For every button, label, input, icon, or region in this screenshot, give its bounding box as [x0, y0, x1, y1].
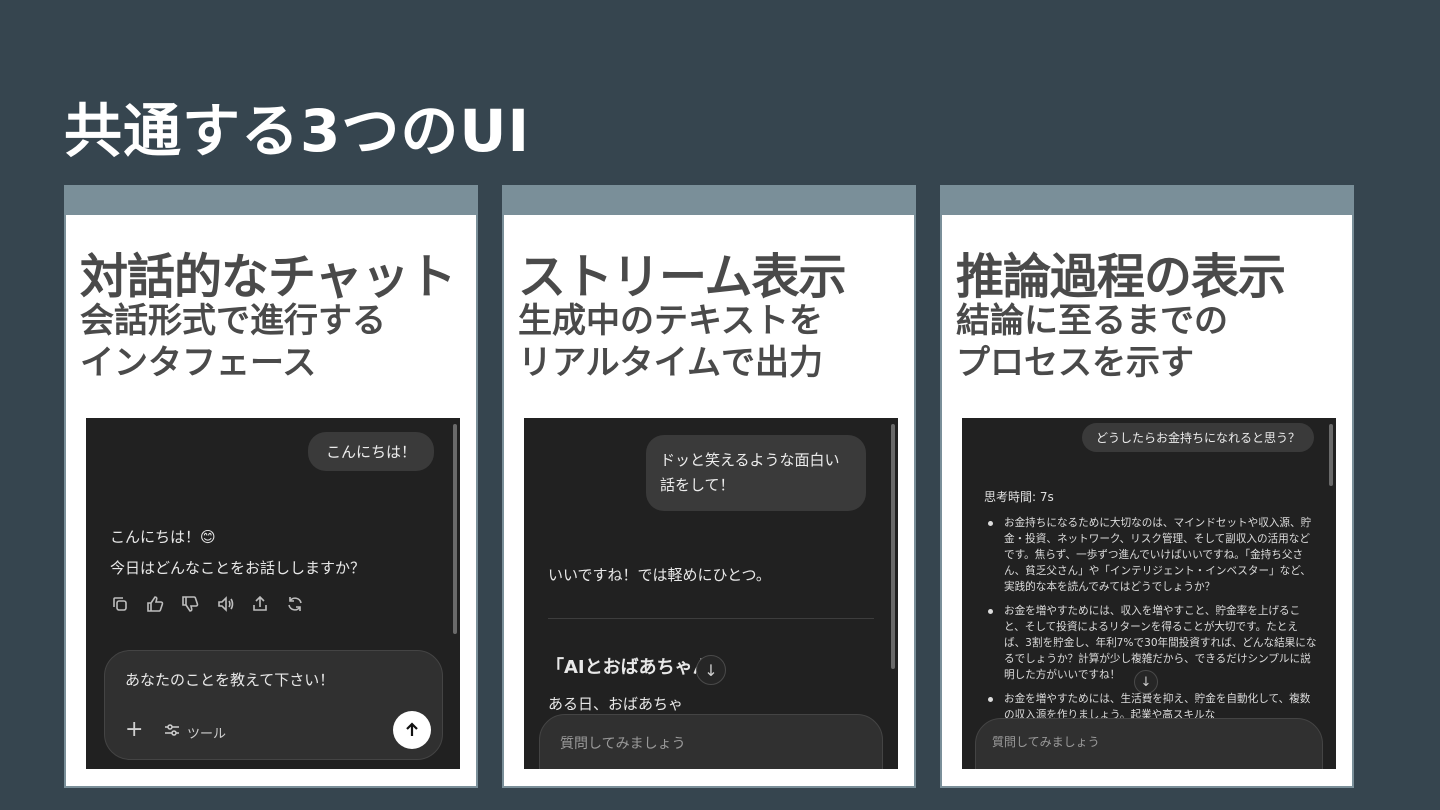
- reasoning-screenshot: どうしたらお金持ちになれると思う？ 思考時間: 7s お金持ちになるために大切な…: [962, 418, 1336, 769]
- tools-label: ツール: [187, 726, 227, 742]
- card-subtitle-line: インタフェース: [80, 343, 317, 383]
- card-subtitle-line: プロセスを示す: [956, 343, 1194, 383]
- thinking-time: 思考時間: 7s: [984, 490, 1054, 504]
- scrollbar[interactable]: [891, 424, 895, 669]
- chat-input-box[interactable]: あなたのことを教えて下さい！ + ツール: [104, 650, 443, 760]
- share-icon[interactable]: [250, 594, 270, 614]
- tools-button[interactable]: ツール: [163, 721, 226, 743]
- arrow-down-icon: ↓: [1140, 674, 1152, 690]
- user-message-bubble: どうしたらお金持ちになれると思う？: [1081, 423, 1314, 452]
- card-header-bar: [66, 187, 476, 215]
- card-subtitle: 結論に至るまでの プロセスを示す: [956, 300, 1346, 384]
- card-subtitle-line: 会話形式で進行する: [80, 301, 386, 341]
- chat-screenshot: こんにちは！ こんにちは！😊 今日はどんなことをお話ししますか？ あなたのことを…: [86, 418, 460, 769]
- chat-input-text[interactable]: あなたのことを教えて下さい！: [125, 669, 334, 690]
- slide-title: 共通する3つのUI: [64, 97, 531, 165]
- assistant-reply: こんにちは！😊 今日はどんなことをお話ししますか？: [110, 522, 365, 584]
- speaker-icon[interactable]: [215, 594, 235, 614]
- card-subtitle-line: 結論に至るまでの: [956, 301, 1228, 341]
- scroll-down-button[interactable]: ↓: [696, 655, 726, 685]
- card-interactive-chat: 対話的なチャット 会話形式で進行する インタフェース こんにちは！ こんにちは！…: [64, 185, 478, 788]
- card-subtitle: 生成中のテキストを リアルタイムで出力: [518, 300, 908, 384]
- assistant-reply-intro: いいですね！では軽めにひとつ。: [548, 566, 771, 584]
- scrollbar[interactable]: [1329, 424, 1333, 486]
- card-stream-display: ストリーム表示 生成中のテキストを リアルタイムで出力 ドッと笑えるような面白い…: [502, 185, 916, 788]
- arrow-up-icon: [406, 722, 418, 736]
- card-heading: 推論過程の表示: [956, 249, 1286, 305]
- reasoning-item: お金持ちになるために大切なのは、マインドセットや収入源、貯金・投資、ネットワーク…: [984, 515, 1318, 595]
- chat-input-box[interactable]: 質問してみましょう: [539, 714, 883, 769]
- thumbs-down-icon[interactable]: [180, 594, 200, 614]
- chat-input-placeholder[interactable]: 質問してみましょう: [992, 733, 1100, 750]
- chat-input-box[interactable]: 質問してみましょう: [975, 718, 1323, 769]
- scrollbar[interactable]: [453, 424, 457, 634]
- user-message-bubble: こんにちは！: [307, 432, 434, 471]
- reasoning-list: お金持ちになるために大切なのは、マインドセットや収入源、貯金・投資、ネットワーク…: [984, 515, 1318, 731]
- regenerate-icon[interactable]: [285, 594, 305, 614]
- message-actions: [110, 594, 305, 614]
- story-text: ある日、おばあちゃ: [548, 695, 684, 713]
- chat-input-placeholder[interactable]: 質問してみましょう: [560, 733, 686, 753]
- copy-icon[interactable]: [110, 594, 130, 614]
- stream-screenshot: ドッと笑えるような面白い話をして！ いいですね！では軽めにひとつ。 「AIとおば…: [524, 418, 898, 769]
- card-subtitle: 会話形式で進行する インタフェース: [80, 300, 470, 384]
- card-subtitle-line: 生成中のテキストを: [518, 301, 823, 341]
- plus-icon[interactable]: +: [125, 719, 143, 741]
- card-header-bar: [942, 187, 1352, 215]
- arrow-down-icon: ↓: [704, 660, 718, 680]
- divider: [548, 618, 874, 619]
- user-message-bubble: ドッと笑えるような面白い話をして！: [646, 435, 866, 511]
- card-header-bar: [504, 187, 914, 215]
- reply-line: 今日はどんなことをお話ししますか？: [110, 559, 366, 577]
- sliders-icon: [163, 721, 181, 743]
- send-button[interactable]: [393, 711, 431, 749]
- card-subtitle-line: リアルタイムで出力: [518, 343, 823, 383]
- card-heading: 対話的なチャット: [80, 249, 457, 305]
- card-heading: ストリーム表示: [518, 249, 847, 305]
- thumbs-up-icon[interactable]: [145, 594, 165, 614]
- card-reasoning-display: 推論過程の表示 結論に至るまでの プロセスを示す どうしたらお金持ちになれると思…: [940, 185, 1354, 788]
- reply-line: こんにちは！😊: [110, 528, 216, 546]
- scroll-down-button[interactable]: ↓: [1134, 670, 1158, 694]
